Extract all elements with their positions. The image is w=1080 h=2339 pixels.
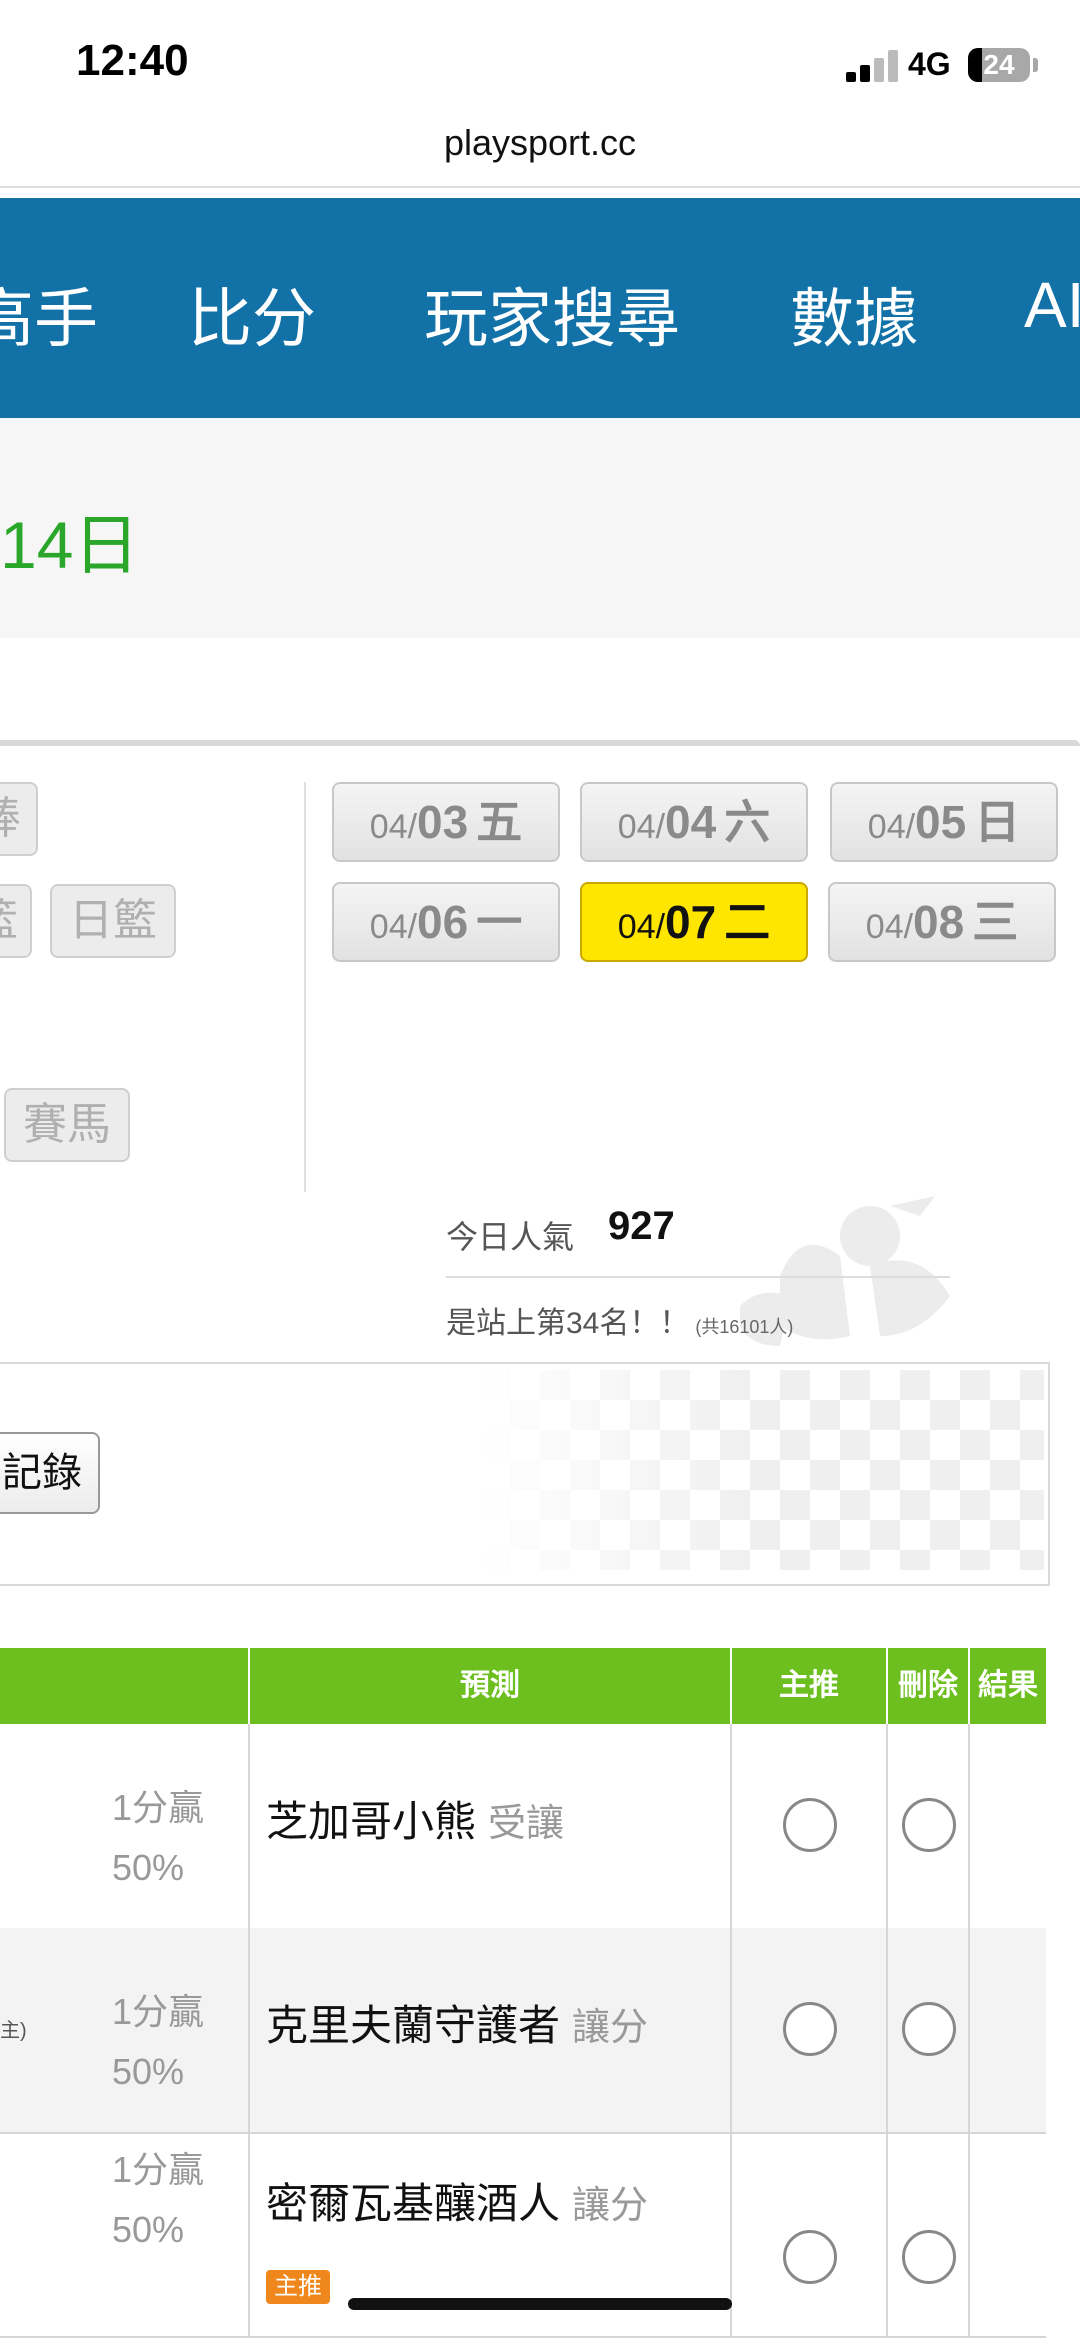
date-month: 04/ <box>617 908 666 946</box>
col-line <box>968 1724 970 1928</box>
team-name: 克里夫蘭守護者 <box>266 2002 561 2049</box>
team-pick: 密爾瓦基釀酒人 讓分 <box>266 2170 648 2231</box>
score-prediction: 1分贏 50% <box>112 1982 204 2102</box>
main-nav: 高手 比分 玩家搜尋 數據 AI <box>0 198 1080 418</box>
score-margin: 1分贏 <box>112 2149 205 2190</box>
col-line <box>968 1928 970 2132</box>
nav-item-scores[interactable]: 比分 <box>188 268 316 360</box>
score-percent: 50% <box>112 1847 185 1888</box>
date-day: 05 <box>915 796 967 848</box>
col-line <box>886 1724 888 1928</box>
signal-icon <box>846 50 898 82</box>
checker-pattern-decoration <box>480 1370 1044 1570</box>
col-line <box>730 1928 732 2132</box>
url-bar[interactable]: playsport.cc <box>0 122 1080 164</box>
score-prediction: 1分贏 50% <box>112 2140 204 2260</box>
col-line <box>730 1724 732 1928</box>
nav-item-stats[interactable]: 數據 <box>790 268 918 360</box>
sport-tab-baseball[interactable]: 棒 <box>0 782 38 856</box>
status-time: 12:40 <box>76 36 189 85</box>
date-day: 07 <box>665 896 717 948</box>
nav-item-ai[interactable]: AI <box>1024 268 1080 342</box>
col-line <box>886 2132 888 2336</box>
date-button-0403[interactable]: 04/03 五 <box>332 782 560 862</box>
team-pick: 克里夫蘭守護者 讓分 <box>266 1992 648 2053</box>
score-margin: 1分贏 <box>112 1787 205 1828</box>
date-weekday: 二 <box>724 896 771 948</box>
table-header-left <box>0 1648 248 1724</box>
date-banner <box>0 418 1080 638</box>
table-row: 主) 1分贏 50% 克里夫蘭守護者 讓分 <box>0 1928 1046 2134</box>
col-line <box>886 1928 888 2132</box>
table-header-delete: 刪除 <box>888 1648 968 1724</box>
handicap-label: 讓分 <box>572 2007 649 2049</box>
main-pick-tag: 主推 <box>266 2270 330 2304</box>
date-month: 04/ <box>865 908 914 946</box>
date-weekday: 六 <box>724 796 771 848</box>
panel-divider <box>304 782 306 1192</box>
nav-item-experts[interactable]: 高手 <box>0 268 98 360</box>
table-header-result: 結果 <box>970 1648 1046 1724</box>
date-weekday: 一 <box>476 896 523 948</box>
date-day: 04 <box>665 796 717 848</box>
team-name: 密爾瓦基釀酒人 <box>266 2180 561 2227</box>
banner-date: 14日 <box>0 508 140 582</box>
main-pick-radio[interactable] <box>783 2230 837 2284</box>
col-line <box>248 1724 250 1928</box>
battery-tip <box>1033 58 1038 72</box>
col-line <box>968 2132 970 2336</box>
date-month: 04/ <box>867 808 916 846</box>
table-header-main-pick: 主推 <box>732 1648 886 1724</box>
panel-top-border <box>0 740 1080 746</box>
delete-radio[interactable] <box>902 2230 956 2284</box>
rank-total: (共16101人) <box>695 1317 794 1337</box>
col-line <box>248 2132 250 2336</box>
col-line <box>248 1928 250 2132</box>
handicap-label: 讓分 <box>572 2185 649 2227</box>
score-percent: 50% <box>112 2051 185 2092</box>
date-month: 04/ <box>617 808 666 846</box>
date-weekday: 日 <box>974 796 1021 848</box>
popularity-label: 今日人氣 <box>446 1219 575 1255</box>
date-weekday: 五 <box>476 796 523 848</box>
network-type: 4G <box>908 46 951 82</box>
team-pick: 芝加哥小熊 受讓 <box>266 1788 564 1849</box>
date-day: 06 <box>417 896 469 948</box>
date-month: 04/ <box>369 808 418 846</box>
date-weekday: 三 <box>972 896 1019 948</box>
team-name: 芝加哥小熊 <box>266 1798 477 1845</box>
date-month: 04/ <box>369 908 418 946</box>
url-divider <box>0 186 1080 188</box>
home-indicator <box>348 2298 732 2310</box>
main-pick-radio[interactable] <box>783 1798 837 1852</box>
date-day: 03 <box>417 796 469 848</box>
sport-tab-japan-basketball[interactable]: 日籃 <box>50 884 176 958</box>
row-side-note: 主) <box>0 2020 27 2042</box>
date-button-0407-selected[interactable]: 04/07 二 <box>580 882 808 962</box>
delete-radio[interactable] <box>902 2002 956 2056</box>
battery-icon: 24 <box>968 48 1030 82</box>
popularity-divider <box>446 1276 950 1278</box>
rank-text: 是站上第34名！！ (共16101人) <box>446 1298 793 1342</box>
date-button-0408[interactable]: 04/08 三 <box>828 882 1056 962</box>
table-header-prediction: 預測 <box>250 1648 730 1724</box>
date-button-0405[interactable]: 04/05 日 <box>830 782 1058 862</box>
date-button-0404[interactable]: 04/04 六 <box>580 782 808 862</box>
record-button[interactable]: 記錄 <box>0 1432 100 1514</box>
score-prediction: 1分贏 50% <box>112 1778 204 1898</box>
sport-tab-basketball[interactable]: 籃 <box>0 884 32 958</box>
score-margin: 1分贏 <box>112 1991 205 2032</box>
nav-item-player-search[interactable]: 玩家搜尋 <box>424 268 680 360</box>
main-pick-radio[interactable] <box>783 2002 837 2056</box>
delete-radio[interactable] <box>902 1798 956 1852</box>
table-row: 1分贏 50% 芝加哥小熊 受讓 <box>0 1724 1046 1930</box>
date-button-0406[interactable]: 04/06 一 <box>332 882 560 962</box>
sport-tab-horse-racing[interactable]: 賽馬 <box>4 1088 130 1162</box>
rank-statement: 是站上第34名！！ <box>446 1307 690 1340</box>
popularity-value: 927 <box>608 1204 675 1248</box>
handicap-label: 受讓 <box>488 1803 565 1845</box>
date-day: 08 <box>913 896 965 948</box>
score-percent: 50% <box>112 2209 185 2250</box>
